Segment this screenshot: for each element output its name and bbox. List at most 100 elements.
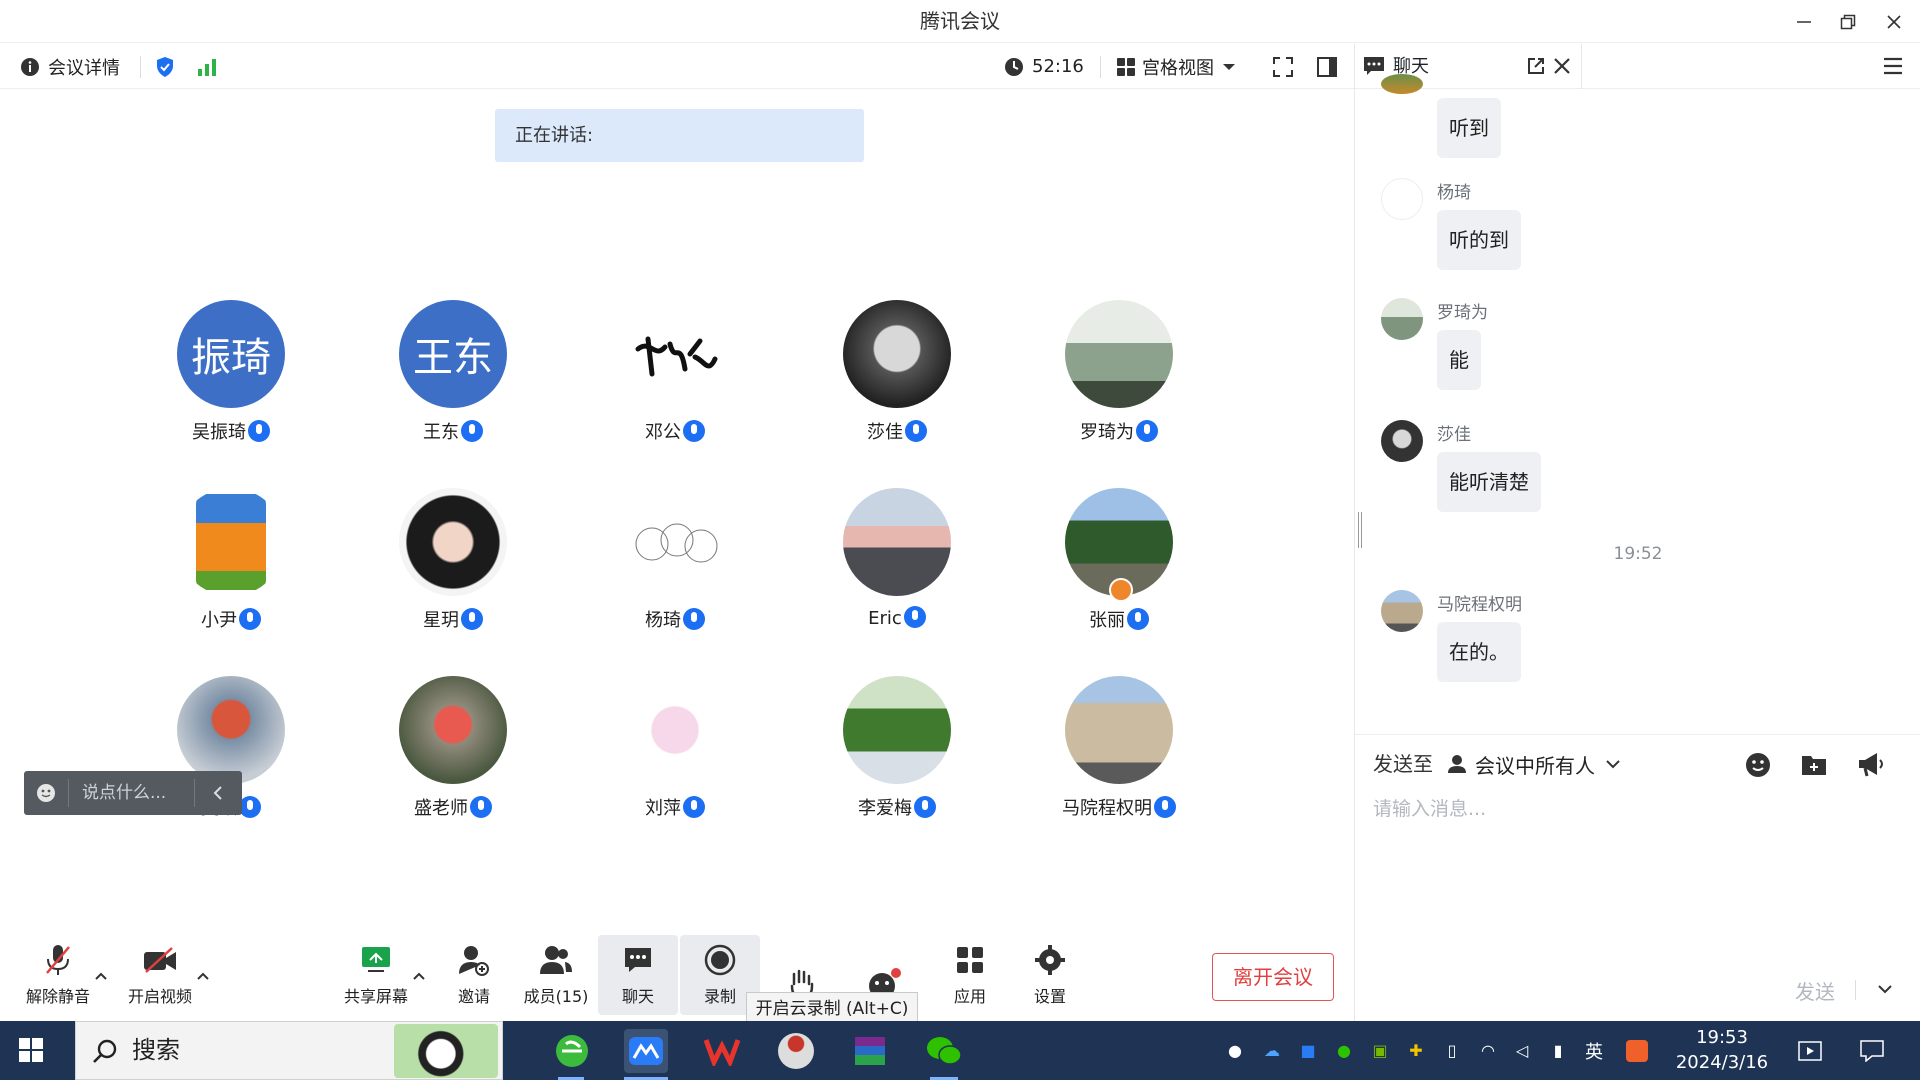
start-button[interactable]: [18, 1037, 44, 1067]
participant-name: 李爱梅: [858, 798, 912, 819]
usb-tray-icon[interactable]: ▯: [1440, 1021, 1464, 1080]
active-speaker-banner: 正在讲话:: [495, 109, 864, 162]
participant-tile[interactable]: 振琦 吴振琦: [131, 300, 331, 460]
menu-icon[interactable]: [1883, 57, 1903, 75]
nvidia-tray-icon[interactable]: ▣: [1368, 1021, 1392, 1080]
mic-icon: [1154, 796, 1176, 818]
taskbar-wechat[interactable]: [922, 1029, 966, 1073]
mic-icon: [461, 420, 483, 442]
side-panel-icon: [1317, 56, 1337, 77]
members-button[interactable]: 成员(15): [516, 935, 596, 1015]
mic-icon: [239, 796, 261, 818]
start-video-button[interactable]: 开启视频: [120, 935, 200, 1015]
participant-tile[interactable]: 王东 王东: [353, 300, 553, 460]
mic-icon: [248, 420, 270, 442]
mic-tray-icon[interactable]: ▮: [1546, 1021, 1570, 1080]
fullscreen-button[interactable]: [1272, 44, 1294, 89]
invite-button[interactable]: 邀请: [434, 935, 514, 1015]
plus-tray-icon[interactable]: ✚: [1404, 1021, 1428, 1080]
participant-tile[interactable]: 李爱梅: [797, 676, 997, 836]
folder-icon[interactable]: [1801, 752, 1827, 776]
mic-icon: [1136, 420, 1158, 442]
gear-icon: [1035, 945, 1065, 975]
close-icon[interactable]: [1553, 57, 1571, 75]
fullscreen-icon: [1273, 56, 1293, 77]
share-screen-button[interactable]: 共享屏幕: [336, 935, 416, 1015]
participant-tile[interactable]: 刘萍: [575, 676, 775, 836]
start-video-label: 开启视频: [127, 987, 192, 1006]
meeting-info-button[interactable]: 会议详情: [20, 44, 120, 89]
emoji-icon: [37, 784, 55, 802]
apps-icon: [957, 947, 983, 973]
chevron-up-icon[interactable]: [94, 971, 108, 981]
meeting-top-bar: 会议详情 52:16 宫格视图: [0, 44, 1354, 89]
restore-button[interactable]: [1824, 0, 1872, 43]
timer-text: 52:16: [1032, 56, 1084, 77]
browser-icon: [556, 1035, 588, 1067]
chat-bubble-icon: [1364, 57, 1384, 75]
network-signal-button[interactable]: [196, 44, 218, 89]
emoji-icon[interactable]: [1745, 752, 1771, 778]
taskbar-browser[interactable]: [550, 1029, 594, 1073]
photo-avatar: [177, 676, 285, 784]
ime-indicator[interactable]: 英: [1582, 1021, 1606, 1080]
participant-tile[interactable]: 马院程权明: [1019, 676, 1219, 836]
product-avatar: [177, 488, 285, 596]
minimize-button[interactable]: [1780, 0, 1828, 43]
participant-tile[interactable]: 张丽: [1019, 488, 1219, 648]
message-input[interactable]: 请输入消息...: [1373, 794, 1486, 821]
share-screen-icon: [362, 947, 390, 972]
close-window-button[interactable]: [1870, 0, 1918, 43]
chevron-left-icon[interactable]: [212, 785, 224, 801]
wechat-tray-icon[interactable]: ●: [1332, 1021, 1356, 1080]
participant-name: 罗琦为: [1080, 422, 1134, 443]
participant-tile[interactable]: Eric: [797, 488, 997, 648]
wifi-tray-icon[interactable]: ◠: [1476, 1021, 1500, 1080]
qq-tray-icon[interactable]: ●: [1224, 1021, 1246, 1080]
taskbar-app[interactable]: [774, 1029, 818, 1073]
send-button[interactable]: 发送: [1795, 976, 1835, 1005]
chevron-up-icon[interactable]: [412, 971, 426, 981]
taskbar-search-box[interactable]: 搜索: [75, 1021, 503, 1080]
participant-tile[interactable]: 邓公: [575, 300, 775, 460]
security-button[interactable]: [155, 44, 175, 89]
participant-tile[interactable]: 莎佳: [797, 300, 997, 460]
taskbar-archive[interactable]: [848, 1029, 892, 1073]
chat-button[interactable]: 聊天: [598, 935, 678, 1015]
participant-tile[interactable]: 星玥: [353, 488, 553, 648]
taskbar-tencent-meeting[interactable]: [624, 1029, 668, 1073]
unmute-button[interactable]: 解除静音: [18, 935, 98, 1015]
view-mode-dropdown[interactable]: 宫格视图: [1116, 44, 1236, 89]
archive-icon: [855, 1037, 885, 1065]
taskbar-wps[interactable]: [700, 1029, 744, 1073]
pop-out-icon[interactable]: [1527, 57, 1545, 75]
settings-button[interactable]: 设置: [1010, 935, 1090, 1015]
participant-name: 张丽: [1089, 610, 1125, 631]
chevron-down-icon[interactable]: [1877, 984, 1893, 994]
chevron-up-icon[interactable]: [196, 971, 210, 981]
participant-tile[interactable]: 小尹: [131, 488, 331, 648]
media-tray-icon[interactable]: [1796, 1021, 1824, 1080]
quick-chat-box[interactable]: 说点什么...: [24, 771, 242, 815]
send-to-dropdown[interactable]: 会议中所有人: [1447, 735, 1621, 793]
participant-tile[interactable]: 罗琦为: [1019, 300, 1219, 460]
chat-message-bubble: 在的。: [1437, 622, 1521, 682]
user-icon: [1448, 755, 1466, 773]
cloud-tray-icon[interactable]: ☁: [1260, 1021, 1284, 1080]
camera-off-icon: [144, 947, 176, 973]
leave-meeting-button[interactable]: 离开会议: [1212, 953, 1334, 1001]
chat-message-bubble: 听的到: [1437, 210, 1521, 270]
taskbar-clock[interactable]: 19:53 2024/3/16: [1660, 1025, 1784, 1075]
participant-tile[interactable]: 杨琦: [575, 488, 775, 648]
sogou-tray-icon[interactable]: [1624, 1021, 1650, 1080]
settings-label: 设置: [1033, 987, 1066, 1006]
megaphone-icon[interactable]: [1857, 751, 1885, 777]
signal-icon: [198, 58, 216, 76]
participant-tile[interactable]: 盛老师: [353, 676, 553, 836]
tencent-meeting-tray-icon[interactable]: ■: [1296, 1021, 1320, 1080]
apps-button[interactable]: 应用: [930, 935, 1010, 1015]
panel-resize-handle[interactable]: [1358, 512, 1362, 548]
side-panel-toggle[interactable]: [1316, 44, 1338, 89]
volume-tray-icon[interactable]: ◁: [1510, 1021, 1534, 1080]
notification-center-button[interactable]: [1858, 1021, 1886, 1080]
